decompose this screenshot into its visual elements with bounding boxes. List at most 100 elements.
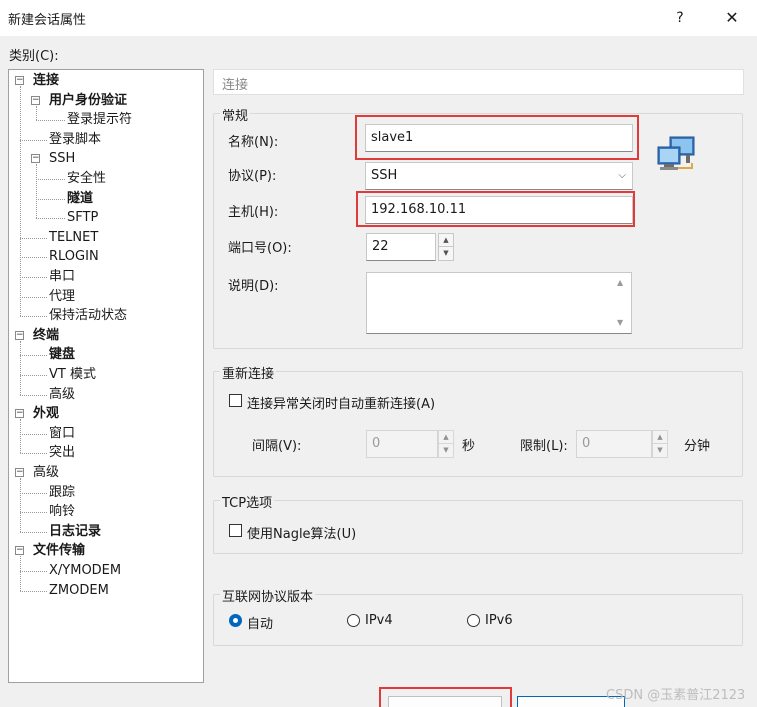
tree-connector — [36, 120, 65, 122]
tree-item[interactable]: 串口 — [49, 267, 75, 286]
radio-ipv4-label: IPv4 — [365, 613, 393, 628]
tree-item[interactable]: X/YMODEM — [49, 561, 121, 580]
tree-connector — [20, 492, 47, 494]
nagle-label: 使用Nagle算法(U) — [247, 527, 357, 542]
description-input[interactable] — [366, 272, 632, 334]
close-button[interactable]: ✕ — [718, 6, 746, 30]
watermark: CSDN @玉素普江2123 — [606, 688, 746, 703]
auto-reconnect-checkbox[interactable] — [229, 394, 242, 407]
name-label: 名称(N): — [228, 135, 279, 150]
tree-connector — [20, 340, 21, 395]
auto-reconnect-label: 连接异常关闭时自动重新连接(A) — [247, 397, 436, 412]
tcp-group-title: TCP选项 — [220, 492, 275, 511]
interval-unit: 秒 — [462, 439, 476, 454]
tree-item[interactable]: 高级 — [49, 385, 75, 404]
tree-item[interactable]: 日志记录 — [49, 522, 101, 541]
tree-connector — [20, 86, 21, 317]
protocol-label: 协议(P): — [228, 169, 277, 184]
collapse-toggle-icon[interactable]: − — [15, 409, 24, 419]
scroll-down-icon[interactable]: ▼ — [617, 318, 623, 327]
limit-input[interactable]: 0 — [576, 430, 652, 458]
limit-label: 限制(L): — [520, 439, 568, 454]
tree-item[interactable]: 连接 — [33, 71, 59, 90]
tree-item[interactable]: 隧道 — [67, 189, 93, 208]
tree-item[interactable]: 安全性 — [67, 169, 106, 188]
window-title: 新建会话属性 — [8, 13, 87, 28]
tree-connector — [36, 198, 65, 200]
port-input[interactable]: 22 — [366, 233, 436, 261]
collapse-toggle-icon[interactable]: − — [15, 468, 24, 477]
tree-item[interactable]: ZMODEM — [49, 581, 109, 600]
tree-connector — [20, 478, 21, 532]
name-highlight — [355, 115, 639, 160]
host-highlight — [356, 191, 635, 227]
tree-connector — [36, 164, 37, 219]
tree-item[interactable]: VT 模式 — [49, 365, 96, 384]
collapse-toggle-icon[interactable]: − — [15, 546, 24, 556]
tree-connector — [20, 531, 47, 533]
tree-connector — [20, 277, 47, 278]
tree-item[interactable]: 保持活动状态 — [49, 306, 127, 325]
spin-down-icon[interactable]: ▼ — [653, 444, 667, 457]
tree-connector — [20, 316, 47, 318]
nagle-checkbox[interactable] — [229, 524, 242, 537]
tree-item[interactable]: 登录提示符 — [67, 110, 132, 129]
radio-auto-label: 自动 — [247, 617, 274, 632]
collapse-toggle-icon[interactable]: − — [15, 76, 24, 85]
tree-item[interactable]: 用户身份验证 — [49, 91, 127, 110]
tree-item[interactable]: SFTP — [67, 208, 98, 227]
description-label: 说明(D): — [228, 279, 279, 294]
collapse-toggle-icon[interactable]: − — [31, 154, 40, 164]
scroll-up-icon[interactable]: ▲ — [617, 278, 623, 287]
tree-item[interactable]: SSH — [49, 149, 75, 168]
tree-item[interactable]: 高级 — [33, 463, 59, 482]
radio-ipv6-label: IPv6 — [485, 613, 513, 628]
reconnect-group-title: 重新连接 — [220, 363, 277, 382]
protocol-select[interactable]: SSH ⌵ — [365, 162, 633, 190]
spin-down-icon[interactable]: ▼ — [439, 247, 453, 260]
tree-connector — [20, 394, 47, 396]
protocol-value: SSH — [371, 168, 398, 183]
collapse-toggle-icon[interactable]: − — [31, 95, 40, 105]
tree-connector — [20, 512, 47, 514]
section-header-bar — [213, 69, 744, 95]
limit-unit: 分钟 — [684, 439, 711, 454]
tree-connector — [20, 590, 47, 592]
tree-item[interactable]: RLOGIN — [49, 247, 99, 266]
host-label: 主机(H): — [228, 205, 279, 220]
interval-spinner[interactable]: ▲ ▼ — [438, 430, 454, 458]
spin-down-icon[interactable]: ▼ — [439, 444, 453, 457]
network-computers-icon — [657, 136, 695, 170]
tree-item[interactable]: 代理 — [49, 287, 75, 306]
interval-label: 间隔(V): — [252, 439, 302, 454]
spin-up-icon[interactable]: ▲ — [653, 431, 667, 444]
category-tree[interactable]: 连接 − 用户身份验证 − 登录提示符 登录脚本 SSH − 安全性 隧道 SFTP TELNET RL… — [8, 69, 204, 683]
help-button[interactable]: ? — [668, 6, 692, 30]
tree-item[interactable]: TELNET — [49, 228, 98, 247]
tree-item[interactable]: 登录脚本 — [49, 130, 101, 149]
tree-connector — [36, 105, 37, 121]
radio-auto[interactable] — [229, 614, 242, 627]
tree-item[interactable]: 终端 — [33, 326, 59, 345]
tree-item[interactable]: 键盘 — [49, 345, 75, 364]
interval-input[interactable]: 0 — [366, 430, 438, 458]
tree-connector — [20, 433, 47, 435]
tree-connector — [36, 218, 65, 220]
tree-connector — [20, 237, 47, 239]
ok-button-highlight — [379, 687, 512, 707]
category-label: 类别(C): — [9, 49, 59, 64]
spin-up-icon[interactable]: ▲ — [439, 431, 453, 444]
tree-item[interactable]: 文件传输 — [33, 541, 85, 560]
port-spinner[interactable]: ▲ ▼ — [438, 233, 454, 261]
spin-up-icon[interactable]: ▲ — [439, 234, 453, 247]
tree-item[interactable]: 外观 — [33, 404, 59, 423]
radio-ipv4[interactable] — [347, 614, 360, 627]
general-group-title: 常规 — [220, 105, 251, 124]
limit-spinner[interactable]: ▲ ▼ — [652, 430, 668, 458]
tree-item[interactable]: 响铃 — [49, 502, 75, 521]
tree-item[interactable]: 窗口 — [49, 424, 75, 443]
collapse-toggle-icon[interactable]: − — [15, 330, 24, 340]
tree-item[interactable]: 跟踪 — [49, 483, 75, 502]
radio-ipv6[interactable] — [467, 614, 480, 627]
tree-item[interactable]: 突出 — [49, 443, 75, 462]
